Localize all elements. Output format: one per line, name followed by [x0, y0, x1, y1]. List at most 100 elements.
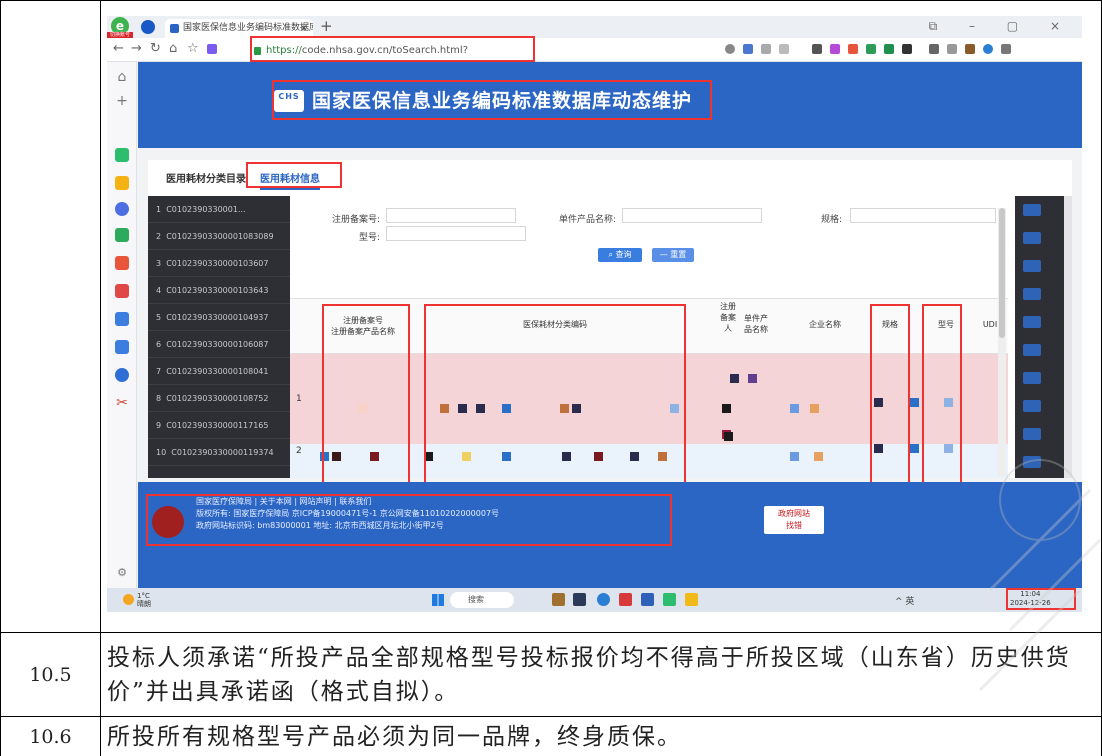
list-item[interactable]: 5 C0102390330000104937 [148, 304, 290, 331]
list-item[interactable]: 9 C0102390330000117165 [148, 412, 290, 439]
more-icon[interactable] [761, 44, 771, 54]
redacted-block [910, 398, 919, 407]
folder-icon[interactable] [685, 593, 698, 606]
reset-button[interactable]: — 重置 [652, 248, 694, 262]
app-orange-icon[interactable] [115, 256, 129, 270]
action-button[interactable] [1023, 400, 1041, 412]
query-button[interactable]: ⌕ 查询 [598, 248, 642, 262]
start-icon[interactable] [432, 594, 444, 606]
new-tab-button[interactable]: + [320, 17, 333, 35]
row-number: 1 [296, 394, 302, 404]
list-item[interactable]: 4 C0102390330000103643 [148, 277, 290, 304]
list-item[interactable]: 10 C0102390330000119374 [148, 439, 290, 466]
profile-icon[interactable] [141, 20, 155, 34]
list-item[interactable]: 3 C0102390330000103607 [148, 250, 290, 277]
back-icon[interactable]: ← [113, 41, 124, 56]
app-green-icon[interactable] [115, 148, 129, 162]
taskbar: 1°C 晴朗 搜索 ^ 英 11:04 2024-12-26 [107, 588, 1082, 612]
extension-icon[interactable] [207, 44, 217, 54]
action-button[interactable] [1023, 316, 1041, 328]
action-button[interactable] [1023, 260, 1041, 272]
redacted-block [724, 432, 733, 441]
download-icon[interactable] [929, 44, 939, 54]
ext-green2-icon[interactable] [884, 44, 894, 54]
app-icon[interactable] [641, 593, 654, 606]
page-scrollbar[interactable] [1064, 196, 1072, 478]
add-icon[interactable]: + [115, 94, 129, 108]
home-icon[interactable]: ⌂ [169, 41, 177, 56]
gear-icon[interactable]: ⚙ [115, 566, 129, 580]
list-item[interactable]: 2 C01023903300001083089 [148, 223, 290, 250]
browser-sidebar: ⌂ + ✂ ⚙ [107, 62, 137, 588]
url-annotation-box [250, 36, 535, 62]
modal-scrollbar[interactable] [998, 208, 1006, 476]
edge-icon[interactable] [983, 44, 993, 54]
clause-number: 10.6 [0, 716, 101, 756]
app-icon[interactable] [663, 593, 676, 606]
action-button[interactable] [1023, 344, 1041, 356]
model-input[interactable] [386, 226, 526, 241]
scroll-thumb[interactable] [999, 208, 1005, 338]
app-icon[interactable] [573, 593, 586, 606]
chat-icon[interactable] [115, 228, 129, 242]
redacted-block [722, 404, 731, 413]
system-tray[interactable]: ^ 英 [895, 594, 914, 607]
gov-site-badge[interactable]: 政府网站 找错 [764, 506, 824, 534]
list-item[interactable]: 6 C0102390330000106087 [148, 331, 290, 358]
pin-icon[interactable] [902, 44, 912, 54]
app-red-icon[interactable] [115, 284, 129, 298]
ext-green-icon[interactable] [866, 44, 876, 54]
document-icon[interactable] [115, 340, 129, 354]
product-name-input[interactable] [622, 208, 762, 223]
tab-title: 国家医保信息业务编码标准数据库... [183, 23, 313, 33]
zoom-icon[interactable] [725, 44, 735, 54]
doc-row: 10.6 所投所有规格型号产品必须为同一品牌，终身质保。 [0, 716, 1102, 756]
action-button[interactable] [1023, 428, 1041, 440]
home-icon[interactable]: ⌂ [115, 70, 129, 84]
app-blue2-icon[interactable] [115, 312, 129, 326]
action-button[interactable] [1023, 372, 1041, 384]
redacted-block [790, 404, 799, 413]
list-item[interactable]: 7 C0102390330000108041 [148, 358, 290, 385]
action-button[interactable] [1023, 288, 1041, 300]
action-button[interactable] [1023, 204, 1041, 216]
col-reg-person: 注册备案人 [720, 302, 736, 333]
scissors-icon[interactable]: ✂ [115, 396, 129, 410]
browser-screenshot: e 切换账号 国家医保信息业务编码标准数据库... × + ⧉ – ▢ × ← … [107, 16, 1082, 612]
col-single-name: 单件产品名称 [744, 314, 768, 334]
list-item[interactable]: 1 C0102390330001... [148, 196, 290, 223]
ext-orange-icon[interactable] [848, 44, 858, 54]
left-code-list: 1 C0102390330001... 2 C01023903300001083… [148, 196, 290, 478]
sun-icon [123, 594, 134, 605]
action-button[interactable] [1023, 232, 1041, 244]
wps-icon[interactable] [619, 593, 632, 606]
lightning-icon[interactable] [743, 44, 753, 54]
translate-icon[interactable] [115, 368, 129, 382]
ext-purple-icon[interactable] [830, 44, 840, 54]
chevron-down-icon[interactable] [779, 44, 789, 54]
spec-input[interactable] [850, 208, 996, 223]
action-button[interactable] [1023, 456, 1041, 468]
redacted-block [790, 452, 799, 461]
menu-icon[interactable] [1001, 44, 1011, 54]
taskbar-search[interactable]: 搜索 [450, 592, 514, 608]
site-footer: 国家医疗保障局 | 关于本网 | 网站声明 | 联系我们 版权所有: 国家医疗保… [138, 482, 1082, 588]
tab-catalog[interactable]: 医用耗材分类目录 [166, 170, 246, 185]
reg-no-label: 注册备案号: [331, 215, 380, 225]
favorites-icon[interactable] [115, 176, 129, 190]
window-controls[interactable]: ⧉ – ▢ × [929, 19, 1074, 34]
edge-icon[interactable] [597, 593, 610, 606]
app-blue-icon[interactable] [115, 202, 129, 216]
clause-text: 所投所有规格型号产品必须为同一品牌，终身质保。 [100, 716, 1102, 756]
list-item[interactable]: 8 C0102390330000108752 [148, 385, 290, 412]
star-icon[interactable]: ☆ [187, 41, 199, 56]
app-icon[interactable] [552, 593, 565, 606]
reload-icon[interactable]: ↻ [150, 41, 161, 56]
reg-no-input[interactable] [386, 208, 516, 223]
empty-num-cell [0, 0, 101, 633]
undo-icon[interactable] [947, 44, 957, 54]
weather-widget[interactable]: 1°C 晴朗 [123, 592, 151, 608]
scissors-icon[interactable] [812, 44, 822, 54]
forward-icon[interactable]: → [131, 41, 142, 56]
wallet-icon[interactable] [965, 44, 975, 54]
